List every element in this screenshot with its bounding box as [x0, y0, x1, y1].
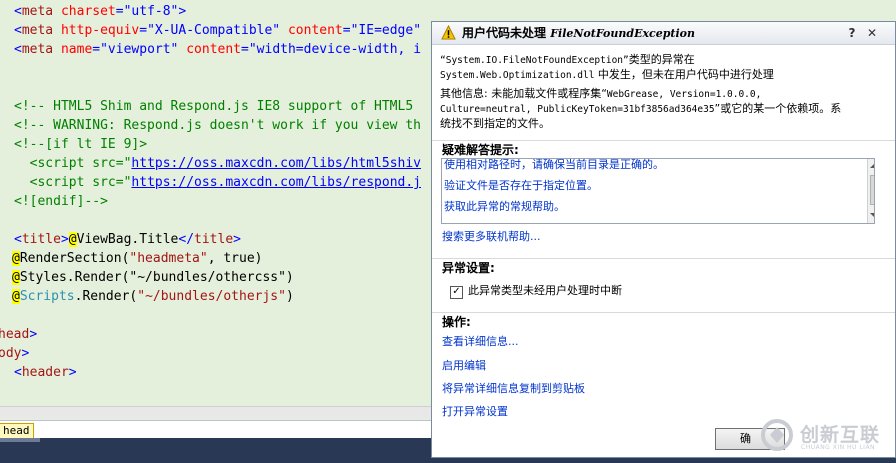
code-line: <meta http-equiv="X-UA-Compatible" conte…: [14, 23, 422, 38]
code-line: <meta name="viewport" content="width=dev…: [14, 42, 422, 57]
tip-link[interactable]: 使用相对路径时，请确保当前目录是正确的。: [444, 159, 664, 172]
open-exception-settings-link[interactable]: 打开异常设置: [442, 405, 508, 419]
code-line: @Scripts.Render("~/bundles/otherjs"): [12, 289, 294, 304]
code-line: <!--[if lt IE 9]>: [14, 137, 148, 152]
exception-message: “System.IO.FileNotFoundException”类型的异常在 …: [440, 53, 774, 81]
scroll-thumb[interactable]: [870, 175, 874, 205]
code-line: <!-- HTML5 Shim and Respond.js IE8 suppo…: [14, 99, 414, 114]
code-line: ody>: [0, 346, 30, 361]
enable-editing-link[interactable]: 启用编辑: [442, 359, 486, 373]
troubleshooting-tips-list[interactable]: 使用相对路径时，请确保当前目录是正确的。 验证文件是否存在于指定位置。 获取此异…: [441, 158, 875, 224]
code-line: <![endif]-->: [14, 194, 108, 209]
scroll-down-icon[interactable]: [870, 213, 874, 218]
code-line: <!-- WARNING: Respond.js doesn't work if…: [14, 118, 421, 133]
exception-settings-heading: 异常设置:: [432, 258, 895, 277]
navigation-bar[interactable]: head: [0, 420, 432, 439]
break-on-exception-checkbox[interactable]: ✓: [450, 286, 463, 299]
help-button[interactable]: ?: [844, 25, 860, 41]
actions-heading: 操作:: [432, 312, 895, 331]
code-line: @RenderSection("headmeta", true): [12, 251, 263, 266]
code-line: <header>: [14, 365, 77, 380]
tag-breadcrumb[interactable]: head: [0, 423, 34, 439]
watermark-logo-icon: [761, 419, 793, 451]
copy-details-link[interactable]: 将异常详细信息复制到剪贴板: [442, 382, 585, 396]
code-line: <meta charset="utf-8">: [14, 4, 187, 19]
warning-icon: [441, 25, 456, 40]
tip-link[interactable]: 验证文件是否存在于指定位置。: [444, 179, 598, 193]
dialog-titlebar[interactable]: 用户代码未处理 FileNotFoundException ? ✕: [432, 22, 895, 45]
code-line: <script src="https://oss.maxcdn.com/libs…: [14, 175, 422, 190]
code-area[interactable]: <meta charset="utf-8"> <meta http-equiv=…: [0, 0, 440, 418]
search-online-help-link[interactable]: 搜索更多联机帮助...: [442, 230, 541, 244]
scroll-up-icon[interactable]: [870, 163, 874, 168]
break-on-exception-label[interactable]: 此异常类型未经用户处理时中断: [468, 284, 622, 298]
status-accent: [0, 438, 40, 442]
watermark: 创新互联 CHUANG XIN HU LIAN: [760, 414, 896, 460]
tip-link[interactable]: 获取此异常的常规帮助。: [444, 200, 565, 214]
horizontal-scrollbar[interactable]: [0, 406, 432, 419]
dialog-title: 用户代码未处理 FileNotFoundException: [462, 26, 695, 40]
troubleshooting-heading: 疑难解答提示:: [432, 140, 895, 159]
watermark-text: 创新互联: [800, 424, 881, 446]
exception-helper-dialog: 用户代码未处理 FileNotFoundException ? ✕ “Syste…: [431, 21, 896, 458]
view-details-link[interactable]: 查看详细信息...: [442, 335, 519, 349]
code-line: head>: [0, 327, 38, 342]
tips-scrollbar[interactable]: [867, 159, 874, 223]
code-line: <script src="https://oss.maxcdn.com/libs…: [14, 156, 422, 171]
close-button[interactable]: ✕: [864, 25, 880, 41]
code-line: @Styles.Render("~/bundles/othercss"): [12, 270, 294, 285]
code-line: <title>@ViewBag.Title</title>: [14, 232, 241, 247]
watermark-subtext: CHUANG XIN HU LIAN: [801, 444, 876, 451]
additional-info: 其他信息: 未能加载文件或程序集“WebGrease, Version=1.0.…: [440, 87, 842, 130]
